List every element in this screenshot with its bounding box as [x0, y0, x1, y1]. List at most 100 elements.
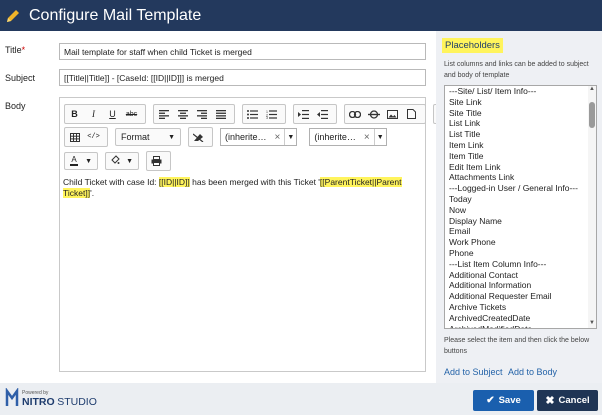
align-justify-icon[interactable]: [213, 106, 228, 122]
chevron-down-icon[interactable]: ▼: [284, 129, 296, 145]
strikethrough-button[interactable]: abc: [124, 106, 139, 122]
clear-icon[interactable]: ×: [360, 132, 374, 143]
bold-button[interactable]: B: [67, 106, 82, 122]
indent-icon[interactable]: [296, 106, 311, 122]
brand-nitro: NITRO: [22, 396, 55, 408]
placeholders-note: Please select the item and then click th…: [444, 337, 590, 355]
save-button[interactable]: ✔ Save: [473, 390, 534, 411]
placeholder-list-item[interactable]: Item Title: [445, 151, 596, 162]
placeholder-list-item[interactable]: Edit Item Link: [445, 162, 596, 173]
insert-group: [344, 104, 426, 124]
align-left-icon[interactable]: [156, 106, 171, 122]
placeholder-list-item[interactable]: Site Link: [445, 97, 596, 108]
placeholders-title: Placeholders: [442, 38, 503, 53]
placeholder-list-item[interactable]: Today: [445, 194, 596, 205]
numbered-list-icon[interactable]: 123: [264, 106, 279, 122]
highlight-color-dropdown[interactable]: ▼: [105, 152, 139, 170]
bullet-list-icon[interactable]: [245, 106, 260, 122]
placeholder-list-item[interactable]: List Title: [445, 129, 596, 140]
text-style-group: B I U abc: [64, 104, 146, 124]
align-right-icon[interactable]: [194, 106, 209, 122]
indent-group: [293, 104, 337, 124]
font-family-value: (inherite…: [225, 132, 267, 142]
placeholder-list-item[interactable]: Additional Requester Email: [445, 291, 596, 302]
save-button-label: Save: [498, 395, 521, 406]
placeholder-list-item[interactable]: ArchivedModifiedDate: [445, 324, 596, 328]
list-group: 123: [242, 104, 286, 124]
outdent-icon[interactable]: [315, 106, 330, 122]
placeholder-list-item[interactable]: Email: [445, 226, 596, 237]
placeholders-description: List columns and links can be added to s…: [444, 61, 589, 79]
close-icon: ✖: [545, 395, 555, 407]
placeholder-list-item[interactable]: ArchivedCreatedDate: [445, 313, 596, 324]
scrollbar[interactable]: ▲ ▼: [588, 86, 596, 328]
required-mark: *: [21, 45, 26, 55]
table-icon[interactable]: [67, 129, 82, 145]
nitro-logo-icon: [5, 387, 19, 410]
placeholders-listbox[interactable]: ---Site/ List/ Item Info--- Site Link Site…: [444, 85, 597, 329]
cancel-button[interactable]: ✖ Cancel: [537, 390, 598, 411]
text-color-icon: A: [70, 155, 78, 166]
chevron-down-icon[interactable]: ▼: [373, 129, 386, 145]
document-icon[interactable]: [404, 106, 419, 122]
placeholder-list-item[interactable]: Attachments Link: [445, 172, 596, 183]
dialog-title: Configure Mail Template: [29, 6, 202, 24]
cancel-button-label: Cancel: [558, 395, 590, 406]
placeholder-list-item[interactable]: ---List Item Column Info---: [445, 259, 596, 270]
clear-formatting-icon[interactable]: [191, 129, 206, 145]
placeholder-list-item[interactable]: ---Logged-in User / General Info---: [445, 183, 596, 194]
chevron-down-icon: ▼: [168, 133, 175, 141]
underline-button[interactable]: U: [105, 106, 120, 122]
font-size-value: (inherite…: [314, 132, 356, 142]
format-dropdown[interactable]: Format ▼: [115, 128, 181, 146]
body-editor[interactable]: B I U abc 123 x₂ x²: [59, 97, 477, 372]
scrollbar-thumb[interactable]: [589, 102, 595, 128]
placeholder-list-item[interactable]: ---Site/ List/ Item Info---: [445, 86, 596, 97]
checkmark-icon: ✔: [486, 395, 495, 406]
toolbar-row-2: </> Format ▼ (inherite… × ▼ (inherite… × …: [64, 127, 387, 147]
clear-format-group: [188, 127, 213, 147]
placeholder-list-item[interactable]: Now: [445, 205, 596, 216]
toolbar-row-3: A ▼ ▼: [64, 151, 178, 171]
add-to-subject-link[interactable]: Add to Subject: [444, 367, 503, 377]
align-group: [153, 104, 235, 124]
subject-input[interactable]: [[Title||Title]] - [CaseId: [[ID||ID]]] …: [59, 69, 426, 86]
format-dropdown-label: Format: [121, 132, 150, 142]
placeholder-list-item[interactable]: List Link: [445, 118, 596, 129]
placeholder-list-item[interactable]: Additional Information: [445, 280, 596, 291]
pencil-icon: [5, 8, 21, 24]
scroll-up-icon[interactable]: ▲: [588, 86, 596, 94]
font-size-combo[interactable]: (inherite… × ▼: [309, 128, 387, 146]
italic-button[interactable]: I: [86, 106, 101, 122]
add-to-body-link[interactable]: Add to Body: [508, 367, 557, 377]
print-group: [146, 151, 171, 171]
paint-bucket-icon: [111, 155, 120, 167]
clear-icon[interactable]: ×: [271, 132, 285, 143]
placeholder-list-item[interactable]: Archive Tickets: [445, 302, 596, 313]
image-icon[interactable]: [385, 106, 400, 122]
svg-text:3: 3: [266, 116, 268, 119]
placeholder-list-item[interactable]: Phone: [445, 248, 596, 259]
link-icon[interactable]: [347, 106, 362, 122]
table-code-group: </>: [64, 127, 108, 147]
placeholders-items: ---Site/ List/ Item Info--- Site Link Site…: [445, 86, 596, 328]
placeholder-token: [[ID||ID]]: [158, 177, 190, 187]
body-content[interactable]: Child Ticket with case Id: [[ID||ID]] ha…: [63, 177, 423, 199]
placeholder-list-item[interactable]: Additional Contact: [445, 270, 596, 281]
placeholder-list-item[interactable]: Display Name: [445, 216, 596, 227]
align-center-icon[interactable]: [175, 106, 190, 122]
scroll-down-icon[interactable]: ▼: [588, 320, 596, 328]
brand-studio: STUDIO: [57, 396, 97, 408]
code-icon[interactable]: </>: [86, 129, 101, 145]
placeholder-list-item[interactable]: Site Title: [445, 108, 596, 119]
nitro-studio-logo: Powered by NITRO STUDIO: [5, 387, 97, 410]
font-family-combo[interactable]: (inherite… × ▼: [220, 128, 298, 146]
unlink-icon[interactable]: [366, 106, 381, 122]
text-color-dropdown[interactable]: A ▼: [64, 152, 98, 170]
chevron-down-icon: ▼: [85, 157, 92, 165]
placeholder-list-item[interactable]: Item Link: [445, 140, 596, 151]
dialog-header: Configure Mail Template: [0, 0, 602, 31]
print-icon[interactable]: [149, 153, 164, 169]
placeholder-list-item[interactable]: Work Phone: [445, 237, 596, 248]
title-input[interactable]: Mail template for staff when child Ticke…: [59, 43, 426, 60]
